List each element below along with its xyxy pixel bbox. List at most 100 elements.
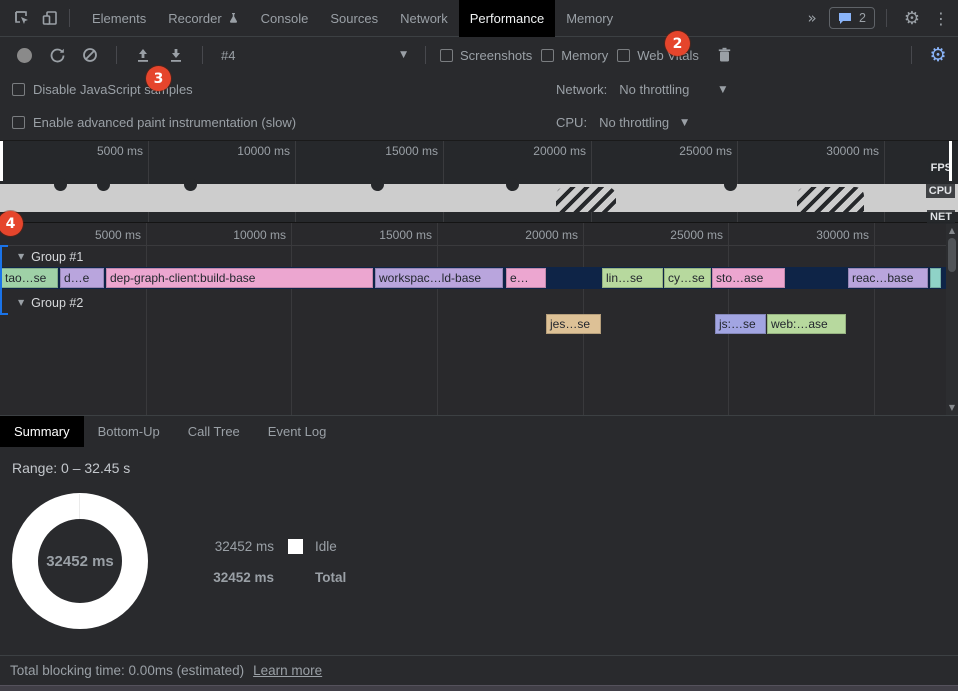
collapse-triangle-icon: ▼ <box>18 252 24 261</box>
capture-settings-button[interactable]: ⚙ <box>926 43 950 67</box>
tab-label: Recorder <box>168 11 221 26</box>
tabbar-right-cluster: » 2 ⚙ ⋮ <box>801 4 958 32</box>
checkbox-memory[interactable]: Memory <box>541 48 608 63</box>
save-profile-button[interactable] <box>164 43 188 67</box>
record-button[interactable] <box>12 43 36 67</box>
record-icon <box>17 48 32 63</box>
flame-bar-lin-se[interactable]: lin…se <box>602 268 663 288</box>
delete-recording-button[interactable] <box>713 43 737 67</box>
load-profile-button[interactable] <box>131 43 155 67</box>
flask-icon <box>228 12 239 24</box>
flame-tick-label: 5000 ms <box>0 228 141 242</box>
device-toolbar-button[interactable] <box>36 4 64 32</box>
collapse-triangle-icon: ▼ <box>18 298 24 307</box>
flame-bar-sto-ase[interactable]: sto…ase <box>712 268 785 288</box>
tab-label: Elements <box>92 11 146 26</box>
flame-bar-jes-se[interactable]: jes…se <box>546 314 601 334</box>
flame-tick-label: 10000 ms <box>136 228 286 242</box>
overview-left-handle[interactable] <box>0 141 3 181</box>
separator <box>886 9 887 27</box>
network-throttling-select[interactable]: No throttling <box>619 82 689 97</box>
tab-event-log[interactable]: Event Log <box>254 416 341 447</box>
legend-label: Total <box>315 570 346 585</box>
overview-tick-label: 20000 ms <box>436 144 586 158</box>
memory-checkbox[interactable] <box>541 49 554 62</box>
flame-tick-label: 25000 ms <box>573 228 723 242</box>
flame-group-2-header[interactable]: ▼ Group #2 <box>0 292 83 313</box>
more-tabs-button[interactable]: » <box>801 4 823 32</box>
cpu-band-hatch <box>556 187 616 212</box>
separator <box>116 46 117 64</box>
flame-chart[interactable]: 5000 ms10000 ms15000 ms20000 ms25000 ms3… <box>0 222 958 415</box>
timeline-overview[interactable]: 5000 ms10000 ms15000 ms20000 ms25000 ms3… <box>0 140 958 222</box>
flame-bar-workspac-ld-base[interactable]: workspac…ld-base <box>375 268 503 288</box>
checkbox-screenshots[interactable]: Screenshots <box>440 48 532 63</box>
lane-label-net: NET <box>927 210 955 224</box>
settings-gear-button[interactable]: ⚙ <box>898 4 926 32</box>
disable-js-samples-checkbox[interactable] <box>12 83 25 96</box>
chevron-down-icon: ▼ <box>400 50 407 60</box>
annotation-badge-2: 2 <box>665 31 690 56</box>
legend-swatch <box>288 570 303 585</box>
flame-bar-reac-base[interactable]: reac…base <box>848 268 928 288</box>
summary-donut-chart: 32452 ms <box>12 493 148 629</box>
scroll-up-icon[interactable]: ▲ <box>949 226 955 235</box>
cpu-band-dip <box>724 178 737 191</box>
separator <box>425 46 426 64</box>
tab-elements[interactable]: Elements <box>81 0 157 37</box>
learn-more-link[interactable]: Learn more <box>253 663 322 678</box>
kebab-menu-button[interactable]: ⋮ <box>932 4 950 32</box>
flame-bar-d-e[interactable]: d…e <box>60 268 104 288</box>
tab-bottom-up[interactable]: Bottom-Up <box>84 416 174 447</box>
legend-value: 32452 ms <box>208 570 274 585</box>
checkbox-label: Memory <box>561 48 608 63</box>
total-blocking-time-text: Total blocking time: 0.00ms (estimated) <box>10 663 244 678</box>
flame-bar-small[interactable] <box>930 268 941 288</box>
flame-bar-web-ase[interactable]: web:…ase <box>767 314 846 334</box>
tab-summary[interactable]: Summary <box>0 416 84 447</box>
screenshots-checkbox[interactable] <box>440 49 453 62</box>
tab-label: Network <box>400 11 448 26</box>
recording-history-value: #4 <box>221 48 235 63</box>
tab-recorder[interactable]: Recorder <box>157 0 249 37</box>
tab-console[interactable]: Console <box>250 0 320 37</box>
summary-panel: Range: 0 – 32.45 s 32452 ms 32452 msIdle… <box>0 447 958 655</box>
legend-row-total: 32452 ms Total <box>208 562 346 593</box>
separator <box>69 9 70 27</box>
details-tabbar: SummaryBottom-UpCall TreeEvent Log <box>0 415 958 447</box>
flame-tick-label: 30000 ms <box>719 228 869 242</box>
devtools-window: Elements Recorder ConsoleSources Network Per… <box>0 0 958 691</box>
web-vitals-checkbox[interactable] <box>617 49 630 62</box>
issues-counter-button[interactable]: 2 <box>829 7 875 29</box>
inspect-element-button[interactable] <box>8 4 36 32</box>
tab-performance[interactable]: Performance <box>459 0 555 37</box>
tab-sources[interactable]: Sources <box>319 0 389 37</box>
selection-bracket <box>0 245 11 315</box>
status-footer: Total blocking time: 0.00ms (estimated) … <box>0 655 958 685</box>
flame-bar-cy-se[interactable]: cy…se <box>664 268 711 288</box>
tab-call-tree[interactable]: Call Tree <box>174 416 254 447</box>
flame-group-2-label: Group #2 <box>31 296 83 310</box>
reload-and-record-button[interactable] <box>45 43 69 67</box>
recording-history-select[interactable]: #4 ▼ <box>221 48 407 63</box>
flame-scrollbar-thumb[interactable] <box>948 238 956 272</box>
advanced-paint-checkbox[interactable] <box>12 116 25 129</box>
flame-group-1-header[interactable]: ▼ Group #1 <box>0 246 83 267</box>
legend-label: Idle <box>315 539 337 554</box>
overview-tick-label: 25000 ms <box>582 144 732 158</box>
chevron-down-icon: ▼ <box>681 118 688 128</box>
tab-network[interactable]: Network <box>389 0 459 37</box>
clear-button[interactable] <box>78 43 102 67</box>
flame-bar-e[interactable]: e… <box>506 268 546 288</box>
flame-bar-dep-graph-client-build-base[interactable]: dep-graph-client:build-base <box>106 268 373 288</box>
scroll-down-icon[interactable]: ▼ <box>949 403 955 412</box>
cpu-throttling-select[interactable]: No throttling <box>599 115 669 130</box>
inspect-cursor-icon <box>13 9 31 27</box>
tab-label: Performance <box>470 11 544 26</box>
chevron-down-icon: ▼ <box>719 85 726 95</box>
tab-label: Memory <box>566 11 613 26</box>
overview-right-handle[interactable] <box>949 141 952 181</box>
flame-bar-js-se[interactable]: js:…se <box>715 314 766 334</box>
tab-memory[interactable]: Memory <box>555 0 624 37</box>
overview-tick-label: 10000 ms <box>140 144 290 158</box>
